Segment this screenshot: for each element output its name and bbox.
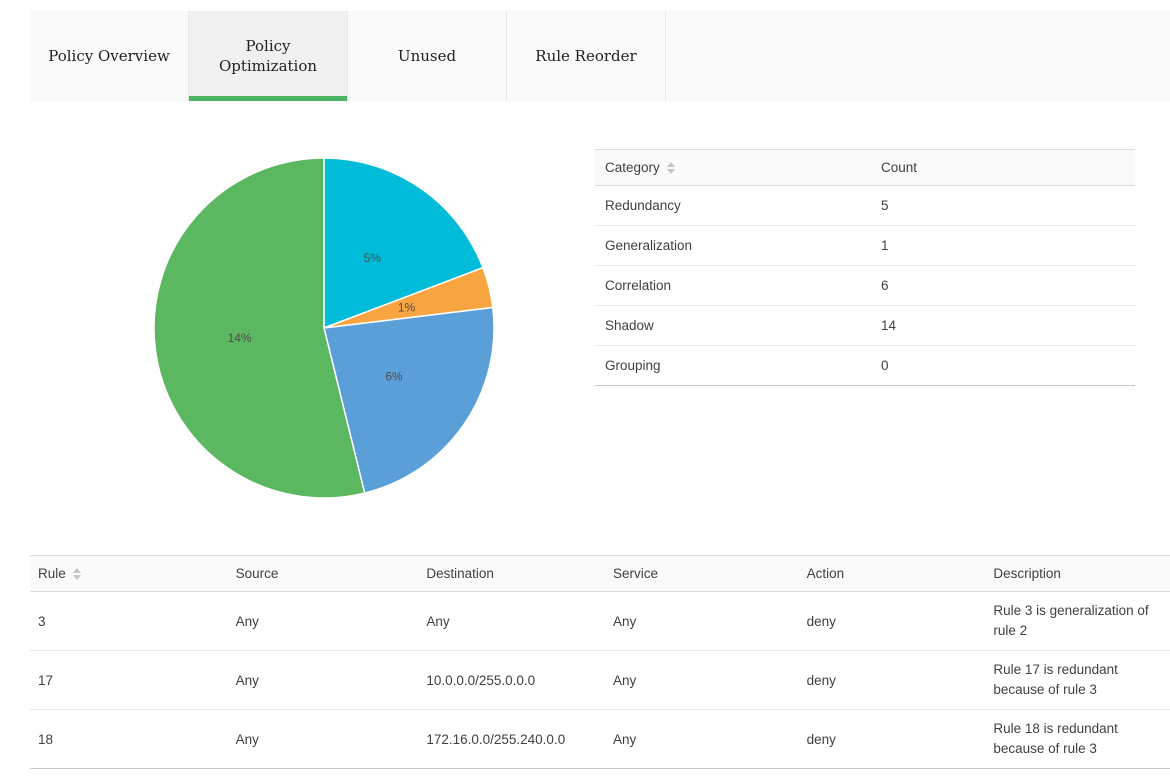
pie-data-label-redundancy: 5% (364, 251, 382, 265)
service-cell: Any (605, 732, 799, 747)
column-header-category[interactable]: Category (595, 160, 873, 175)
column-header-label: Action (807, 566, 845, 581)
column-header-label: Service (613, 566, 658, 581)
column-header-label: Rule (38, 566, 66, 581)
category-cell: Grouping (595, 358, 873, 373)
count-cell: 6 (873, 278, 1135, 293)
tab-rule-reorder[interactable]: Rule Reorder (507, 11, 666, 101)
rule-row: 17Any10.0.0.0/255.0.0.0AnydenyRule 17 is… (30, 651, 1170, 710)
category-cell: Shadow (595, 318, 873, 333)
count-cell: 0 (873, 358, 1135, 373)
tab-label: Unused (398, 46, 456, 66)
description-cell: Rule 17 is redundant because of rule 3 (985, 660, 1170, 699)
category-count-table: CategoryCountRedundancy5Generalization1C… (595, 149, 1135, 386)
tab-policy-optimization[interactable]: Policy Optimization (189, 11, 348, 101)
column-header-count[interactable]: Count (873, 160, 1135, 175)
rule-row: 18Any172.16.0.0/255.240.0.0AnydenyRule 1… (30, 710, 1170, 769)
category-row: Correlation6 (595, 266, 1135, 306)
description-cell: Rule 3 is generalization of rule 2 (985, 601, 1170, 640)
destination-cell: 172.16.0.0/255.240.0.0 (418, 732, 605, 747)
action-cell: deny (799, 732, 986, 747)
count-cell: 5 (873, 198, 1135, 213)
category-row: Generalization1 (595, 226, 1135, 266)
column-header-service[interactable]: Service (605, 566, 799, 581)
rule-row: 3AnyAnyAnydenyRule 3 is generalization o… (30, 592, 1170, 651)
sort-icon[interactable] (667, 162, 675, 174)
source-cell: Any (228, 614, 419, 629)
category-cell: Redundancy (595, 198, 873, 213)
tab-label: Policy Optimization (203, 36, 333, 77)
category-row: Redundancy5 (595, 186, 1135, 226)
column-header-label: Source (236, 566, 279, 581)
service-cell: Any (605, 614, 799, 629)
source-cell: Any (228, 732, 419, 747)
column-header-source[interactable]: Source (228, 566, 419, 581)
category-cell: Correlation (595, 278, 873, 293)
rules-table: Rule Source Destination Service Action Descri… (30, 555, 1170, 769)
category-pie-chart: 5% 1% 6% 14% (134, 138, 514, 518)
rule-cell: 18 (30, 732, 228, 747)
destination-cell: Any (418, 614, 605, 629)
column-header-rule[interactable]: Rule (30, 566, 228, 581)
count-cell: 14 (873, 318, 1135, 333)
destination-cell: 10.0.0.0/255.0.0.0 (418, 673, 605, 688)
pie-data-label-correlation: 6% (385, 369, 403, 383)
count-cell: 1 (873, 238, 1135, 253)
pie-data-label-generalization: 1% (398, 301, 416, 315)
column-header-label: Description (993, 564, 1061, 584)
rule-cell: 17 (30, 673, 228, 688)
category-row: Shadow14 (595, 306, 1135, 346)
rule-cell: 3 (30, 614, 228, 629)
column-header-label: Destination (426, 566, 494, 581)
table-header-row: Category Count (595, 149, 1135, 186)
category-row: Grouping0 (595, 346, 1135, 386)
tab-label: Rule Reorder (535, 46, 636, 66)
tab-policy-overview[interactable]: Policy Overview (30, 11, 189, 101)
table-header-row: Rule Source Destination Service Action Descri… (30, 555, 1170, 592)
category-cell: Generalization (595, 238, 873, 253)
active-tab-indicator (189, 96, 347, 101)
column-header-description[interactable]: Description (985, 564, 1170, 584)
action-cell: deny (799, 614, 986, 629)
tab-label: Policy Overview (48, 46, 170, 66)
column-header-destination[interactable]: Destination (418, 566, 605, 581)
column-header-action[interactable]: Action (799, 566, 986, 581)
tab-unused[interactable]: Unused (348, 11, 507, 101)
source-cell: Any (228, 673, 419, 688)
pie-data-label-shadow: 14% (228, 331, 252, 345)
action-cell: deny (799, 673, 986, 688)
service-cell: Any (605, 673, 799, 688)
description-cell: Rule 18 is redundant because of rule 3 (985, 719, 1170, 758)
sort-icon[interactable] (73, 568, 81, 580)
column-header-label: Category (605, 160, 660, 175)
column-header-label: Count (881, 160, 917, 175)
tabs-bar: Policy Overview Policy Optimization Unused… (30, 11, 1170, 101)
